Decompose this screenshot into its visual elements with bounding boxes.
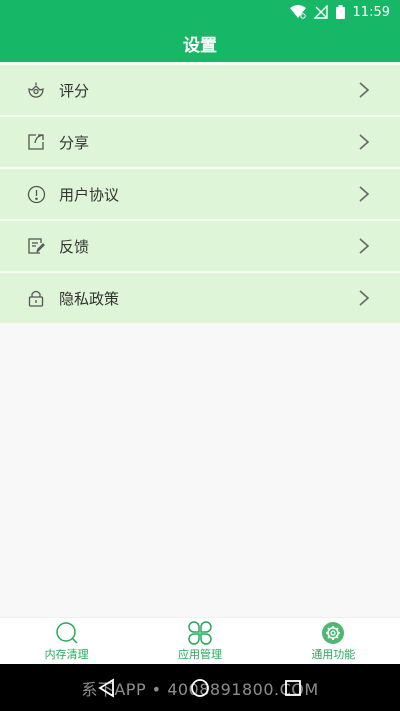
app-bar: 设置 [0, 24, 400, 62]
home-icon[interactable] [190, 678, 210, 698]
share-icon [26, 132, 46, 152]
feedback-icon [26, 236, 46, 256]
info-icon [26, 184, 46, 204]
menu-item-label: 隐私政策 [59, 289, 120, 308]
menu-item-user-agreement[interactable]: 用户协议 [0, 169, 400, 219]
menu-item-label: 分享 [59, 133, 90, 152]
menu-item-share[interactable]: 分享 [0, 117, 400, 167]
status-time: 11:59 [352, 4, 390, 20]
chevron-right-icon [359, 290, 370, 306]
menu-item-label: 评分 [59, 81, 90, 100]
battery-icon [335, 5, 345, 19]
back-icon[interactable] [97, 677, 117, 698]
chevron-right-icon [359, 186, 370, 202]
tab-label: 通用功能 [311, 647, 356, 661]
search-icon [55, 621, 78, 644]
tab-general-functions[interactable]: 通用功能 [267, 618, 400, 664]
bottom-tab-bar: 内存清理 应用管理 通用功能 [0, 617, 400, 664]
menu-item-rating[interactable]: 评分 [0, 65, 400, 115]
menu-item-privacy-policy[interactable]: 隐私政策 [0, 273, 400, 323]
chevron-right-icon [359, 134, 370, 150]
gear-icon [322, 621, 345, 644]
tab-memory-clean[interactable]: 内存清理 [0, 618, 133, 664]
page-title: 设置 [183, 35, 217, 56]
wifi-icon [289, 5, 306, 19]
menu-item-label: 反馈 [59, 237, 90, 256]
chevron-right-icon [359, 238, 370, 254]
status-bar: 11:59 [0, 0, 400, 24]
tab-app-management[interactable]: 应用管理 [133, 618, 266, 664]
system-nav-bar [0, 664, 400, 711]
chevron-right-icon [359, 82, 370, 98]
tab-label: 内存清理 [44, 647, 89, 661]
settings-menu: 评分 分享 用户协议 反馈 隐私政策 [0, 65, 400, 325]
clover-icon [188, 620, 212, 645]
menu-item-label: 用户协议 [59, 185, 120, 204]
recents-icon[interactable] [283, 678, 303, 698]
lock-icon [26, 288, 46, 308]
menu-item-feedback[interactable]: 反馈 [0, 221, 400, 271]
tab-label: 应用管理 [177, 647, 222, 661]
signal-off-icon [313, 5, 328, 19]
rating-icon [26, 80, 46, 100]
